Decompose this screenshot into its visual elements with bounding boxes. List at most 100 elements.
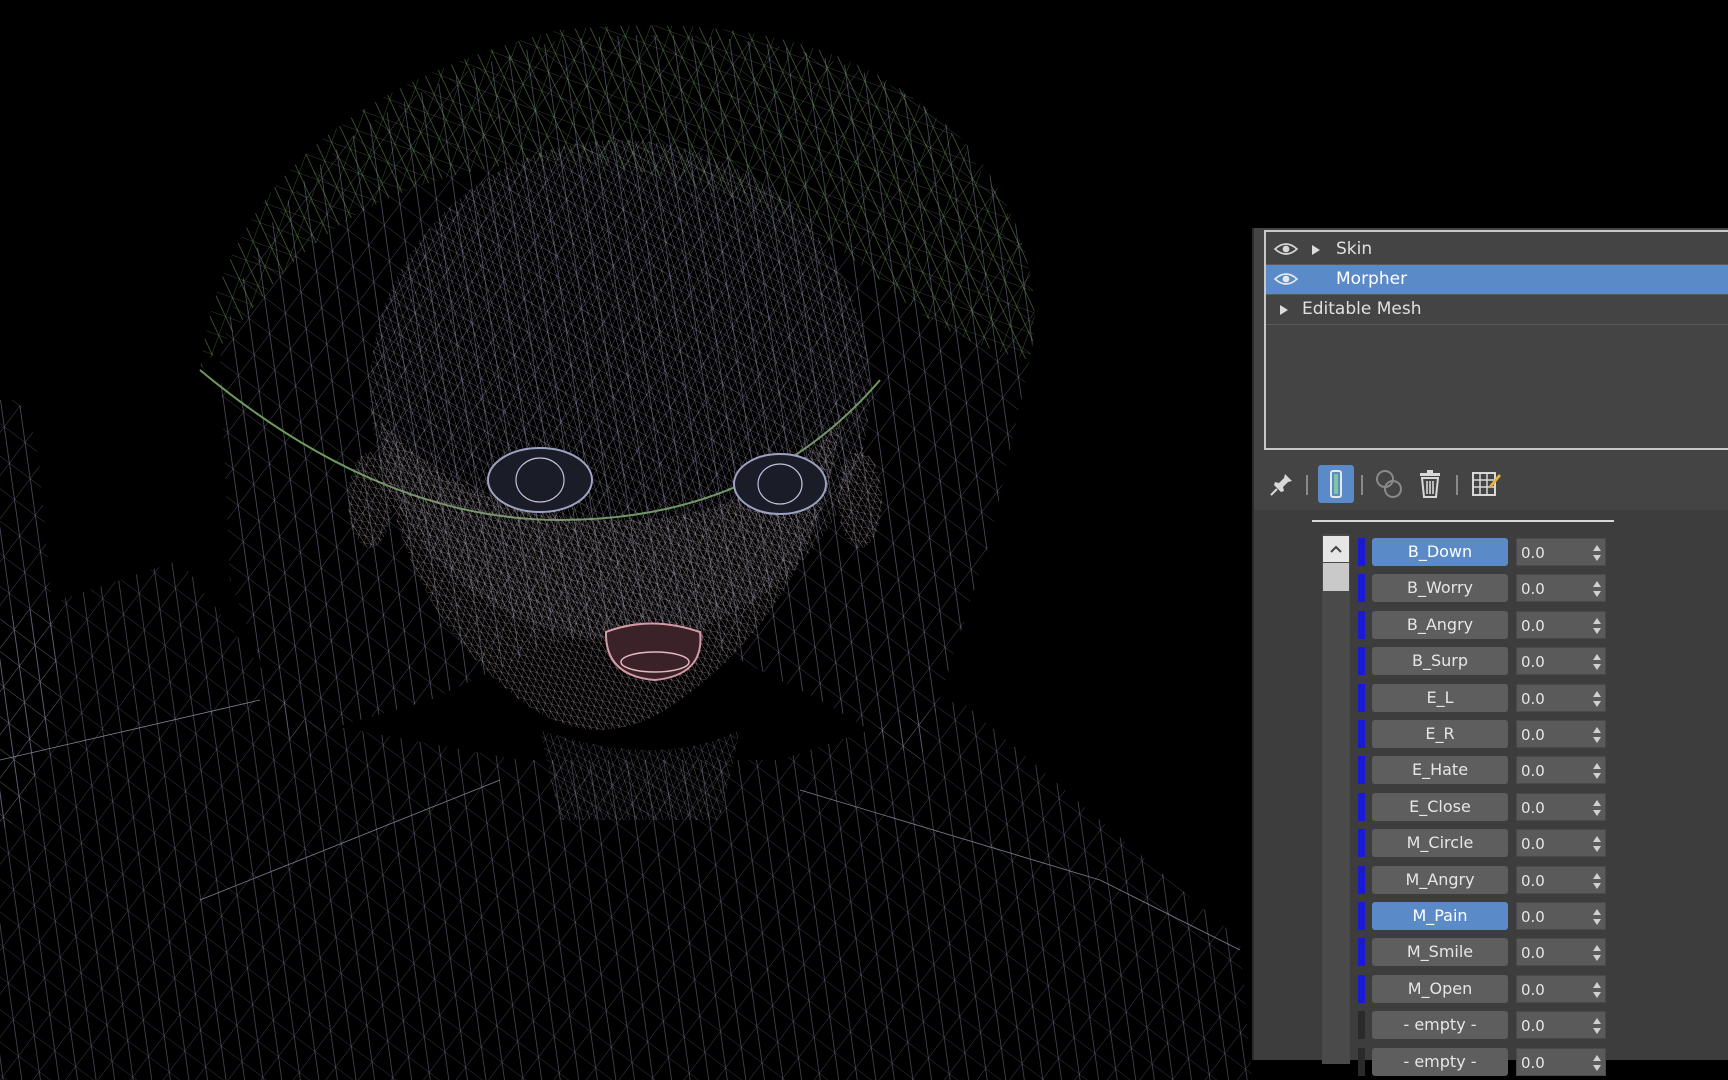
make-unique-icon[interactable] <box>1372 465 1408 503</box>
channel-color-swatch[interactable] <box>1358 938 1365 967</box>
pin-stack-icon[interactable] <box>1264 465 1300 503</box>
channel-list-area: B_Down 0.0 B_Worry 0.0 B_Angry 0.0 B_Surp 0.0 E_… <box>1254 510 1728 1076</box>
stack-item-skin[interactable]: Skin <box>1266 235 1728 264</box>
channel-value-text: 0.0 <box>1521 980 1545 999</box>
channel-row: E_R 0.0 <box>1358 716 1658 752</box>
modifier-stack[interactable]: Skin Morpher Editable Mesh <box>1264 230 1728 450</box>
toolbar-divider <box>1306 475 1308 495</box>
channel-name-button[interactable]: M_Open <box>1372 974 1508 1003</box>
channel-value-spinner[interactable]: 0.0 <box>1516 720 1606 748</box>
channel-value-spinner[interactable]: 0.0 <box>1516 938 1606 967</box>
channel-value-text: 0.0 <box>1521 689 1545 708</box>
channel-row: - empty - 0.0 <box>1358 1007 1658 1043</box>
channel-scrollbar[interactable] <box>1322 534 1350 1064</box>
spinner-arrows-icon[interactable] <box>1593 727 1601 743</box>
channel-value-spinner[interactable]: 0.0 <box>1516 1047 1606 1076</box>
channel-name-button[interactable]: E_Hate <box>1372 756 1508 785</box>
stack-item-editable-mesh[interactable]: Editable Mesh <box>1266 295 1728 324</box>
channel-value-spinner[interactable]: 0.0 <box>1516 1011 1606 1040</box>
channel-color-swatch[interactable] <box>1358 647 1365 676</box>
channel-row: M_Pain 0.0 <box>1358 898 1658 934</box>
stack-item-morpher[interactable]: Morpher <box>1266 265 1728 294</box>
channel-value-text: 0.0 <box>1521 835 1545 854</box>
channel-value-spinner[interactable]: 0.0 <box>1516 865 1606 894</box>
channel-name-button[interactable]: E_Close <box>1372 792 1508 821</box>
scroll-up-button[interactable] <box>1323 536 1349 562</box>
channel-color-swatch[interactable] <box>1358 1047 1365 1076</box>
channel-name-button[interactable]: - empty - <box>1372 1047 1508 1076</box>
channel-value-text: 0.0 <box>1521 653 1545 672</box>
channel-value-spinner[interactable]: 0.0 <box>1516 756 1606 785</box>
spinner-arrows-icon[interactable] <box>1593 872 1601 889</box>
channel-value-spinner[interactable]: 0.0 <box>1516 683 1606 712</box>
channel-value-text: 0.0 <box>1521 871 1545 890</box>
channel-value-spinner[interactable]: 0.0 <box>1516 902 1606 930</box>
channel-color-swatch[interactable] <box>1358 829 1365 858</box>
channel-name-button[interactable]: E_L <box>1372 683 1508 712</box>
channel-color-swatch[interactable] <box>1358 974 1365 1003</box>
channel-name-button[interactable]: M_Angry <box>1372 865 1508 894</box>
channel-name-button[interactable]: B_Surp <box>1372 647 1508 676</box>
channel-color-swatch[interactable] <box>1358 792 1365 821</box>
channel-color-swatch[interactable] <box>1358 902 1365 930</box>
channel-name-button[interactable]: E_R <box>1372 720 1508 748</box>
channel-color-swatch[interactable] <box>1358 756 1365 785</box>
spinner-arrows-icon[interactable] <box>1593 654 1601 671</box>
channel-color-swatch[interactable] <box>1358 720 1365 748</box>
channel-value-text: 0.0 <box>1521 616 1545 635</box>
spinner-arrows-icon[interactable] <box>1593 909 1601 925</box>
toolbar-divider <box>1456 475 1458 495</box>
channel-value-spinner[interactable]: 0.0 <box>1516 538 1606 566</box>
channel-name-button[interactable]: M_Circle <box>1372 829 1508 858</box>
channel-value-spinner[interactable]: 0.0 <box>1516 829 1606 858</box>
channel-value-spinner[interactable]: 0.0 <box>1516 974 1606 1003</box>
channel-value-text: 0.0 <box>1521 908 1545 926</box>
channel-row: E_Close 0.0 <box>1358 789 1658 825</box>
show-end-result-icon[interactable] <box>1318 465 1354 503</box>
stack-divider <box>1266 324 1728 325</box>
spinner-arrows-icon[interactable] <box>1593 1018 1601 1035</box>
spinner-arrows-icon[interactable] <box>1593 1054 1601 1071</box>
channel-color-swatch[interactable] <box>1358 1011 1365 1040</box>
ear-right <box>838 452 882 548</box>
channel-name-button[interactable]: - empty - <box>1372 1011 1508 1040</box>
channel-color-swatch[interactable] <box>1358 538 1365 566</box>
channel-color-swatch[interactable] <box>1358 574 1365 603</box>
channel-name-button[interactable]: B_Down <box>1372 538 1508 566</box>
spinner-arrows-icon[interactable] <box>1593 981 1601 998</box>
channel-name-button[interactable]: B_Angry <box>1372 610 1508 639</box>
remove-modifier-icon[interactable] <box>1412 465 1448 503</box>
scroll-thumb[interactable] <box>1323 563 1349 591</box>
channel-name-button[interactable]: B_Worry <box>1372 574 1508 603</box>
channel-name-button[interactable]: M_Pain <box>1372 902 1508 930</box>
spinner-arrows-icon[interactable] <box>1593 945 1601 962</box>
channel-value-text: 0.0 <box>1521 726 1545 744</box>
stack-item-label: Skin <box>1336 239 1373 259</box>
channel-value-spinner[interactable]: 0.0 <box>1516 647 1606 676</box>
channel-color-swatch[interactable] <box>1358 683 1365 712</box>
channel-value-spinner[interactable]: 0.0 <box>1516 574 1606 603</box>
expand-triangle-icon[interactable] <box>1280 305 1288 315</box>
spinner-arrows-icon[interactable] <box>1593 617 1601 634</box>
channel-name-button[interactable]: M_Smile <box>1372 938 1508 967</box>
spinner-arrows-icon[interactable] <box>1593 799 1601 816</box>
channel-row: E_Hate 0.0 <box>1358 752 1658 788</box>
channel-row: M_Open 0.0 <box>1358 971 1658 1007</box>
eye-icon[interactable] <box>1274 271 1298 287</box>
channel-value-spinner[interactable]: 0.0 <box>1516 610 1606 639</box>
configure-modifier-sets-icon[interactable] <box>1468 465 1504 503</box>
stack-item-label: Editable Mesh <box>1302 299 1422 319</box>
spinner-arrows-icon[interactable] <box>1593 836 1601 853</box>
spinner-arrows-icon[interactable] <box>1593 763 1601 780</box>
spinner-arrows-icon[interactable] <box>1593 581 1601 598</box>
expand-triangle-icon[interactable] <box>1312 245 1320 255</box>
channel-row: E_L 0.0 <box>1358 680 1658 716</box>
neck-mesh <box>540 730 740 820</box>
channel-color-swatch[interactable] <box>1358 865 1365 894</box>
spinner-arrows-icon[interactable] <box>1593 690 1601 707</box>
spinner-arrows-icon[interactable] <box>1593 545 1601 561</box>
channel-value-spinner[interactable]: 0.0 <box>1516 792 1606 821</box>
eye-icon[interactable] <box>1274 241 1298 257</box>
modify-panel: Skin Morpher Editable Mesh B_Down 0.0 B_… <box>1252 228 1728 1076</box>
channel-color-swatch[interactable] <box>1358 610 1365 639</box>
